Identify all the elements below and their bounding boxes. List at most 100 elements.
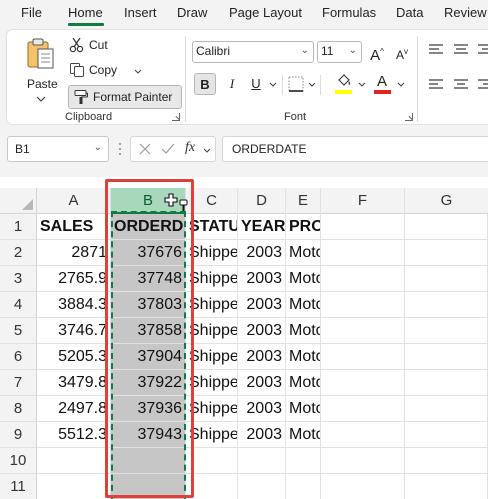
tab-formulas[interactable]: Formulas <box>322 5 376 20</box>
cell-f7[interactable] <box>321 370 405 396</box>
cell-a1[interactable]: SALES <box>37 214 111 240</box>
cell-g1[interactable] <box>405 214 488 240</box>
cell-g9[interactable] <box>405 422 488 448</box>
row-header-2[interactable]: 2 <box>0 240 37 266</box>
row-header-3[interactable]: 3 <box>0 266 37 292</box>
tab-file[interactable]: File <box>21 5 42 20</box>
cell-d7[interactable]: 2003 <box>238 370 286 396</box>
tab-home[interactable]: Home <box>68 5 103 20</box>
cell-g11[interactable] <box>405 474 488 499</box>
cell-a11[interactable] <box>37 474 111 499</box>
cell-d9[interactable]: 2003 <box>238 422 286 448</box>
format-painter-button[interactable]: Format Painter <box>68 85 182 109</box>
cell-f2[interactable] <box>321 240 405 266</box>
cell-e3[interactable]: Motorcycles <box>286 266 321 292</box>
cell-d3[interactable]: 2003 <box>238 266 286 292</box>
font-color-button[interactable]: A <box>373 73 393 97</box>
cell-d10[interactable] <box>238 448 286 474</box>
clipboard-dialog-launcher[interactable] <box>172 113 180 121</box>
row-header-10[interactable]: 10 <box>0 448 37 474</box>
align-left-icon[interactable] <box>428 79 444 91</box>
column-header-d[interactable]: D <box>238 188 286 214</box>
row-header-7[interactable]: 7 <box>0 370 37 396</box>
cell-e7[interactable]: Motorcycles <box>286 370 321 396</box>
align-center-icon[interactable] <box>453 79 469 91</box>
font-name-combo[interactable]: Calibri ⌄ <box>192 41 314 63</box>
cell-g6[interactable] <box>405 344 488 370</box>
cell-f8[interactable] <box>321 396 405 422</box>
tab-page-layout[interactable]: Page Layout <box>229 5 302 20</box>
insert-function-icon[interactable]: fx <box>185 140 195 156</box>
cell-f5[interactable] <box>321 318 405 344</box>
cell-d4[interactable]: 2003 <box>238 292 286 318</box>
bold-button[interactable]: B <box>194 73 216 95</box>
tab-review[interactable]: Review <box>444 5 487 20</box>
borders-icon[interactable] <box>288 76 304 92</box>
tab-draw[interactable]: Draw <box>177 5 207 20</box>
cell-e5[interactable]: Motorcycles <box>286 318 321 344</box>
row-header-4[interactable]: 4 <box>0 292 37 318</box>
cell-g2[interactable] <box>405 240 488 266</box>
align-right-icon[interactable] <box>477 79 488 91</box>
row-header-11[interactable]: 11 <box>0 474 37 499</box>
cell-d5[interactable]: 2003 <box>238 318 286 344</box>
cell-e1[interactable]: PRODUCTLINE <box>286 214 321 240</box>
cell-e9[interactable]: Motorcycles <box>286 422 321 448</box>
enter-check-icon[interactable] <box>161 143 175 155</box>
cell-a2[interactable]: 2871 <box>37 240 111 266</box>
font-size-combo[interactable]: 11 ⌄ <box>317 41 362 63</box>
select-all-button[interactable] <box>0 188 37 214</box>
cell-g4[interactable] <box>405 292 488 318</box>
cell-f6[interactable] <box>321 344 405 370</box>
name-box[interactable]: B1 ⌄ <box>7 136 109 162</box>
cell-f9[interactable] <box>321 422 405 448</box>
cell-a10[interactable] <box>37 448 111 474</box>
row-header-6[interactable]: 6 <box>0 344 37 370</box>
cell-e10[interactable] <box>286 448 321 474</box>
cell-f4[interactable] <box>321 292 405 318</box>
cancel-icon[interactable] <box>139 143 151 155</box>
cell-f10[interactable] <box>321 448 405 474</box>
cell-d6[interactable]: 2003 <box>238 344 286 370</box>
align-bottom-icon[interactable] <box>477 44 488 56</box>
cell-e2[interactable]: Motorcycles <box>286 240 321 266</box>
tab-insert[interactable]: Insert <box>124 5 157 20</box>
cell-g5[interactable] <box>405 318 488 344</box>
cell-d11[interactable] <box>238 474 286 499</box>
cell-a6[interactable]: 5205.3 <box>37 344 111 370</box>
cell-f11[interactable] <box>321 474 405 499</box>
formula-input[interactable]: ORDERDATE <box>222 136 488 162</box>
cell-d8[interactable]: 2003 <box>238 396 286 422</box>
cell-a9[interactable]: 5512.3 <box>37 422 111 448</box>
cell-g3[interactable] <box>405 266 488 292</box>
cell-e11[interactable] <box>286 474 321 499</box>
paste-button[interactable]: Paste <box>21 34 61 106</box>
font-dialog-launcher[interactable] <box>405 113 413 121</box>
cell-a4[interactable]: 3884.3 <box>37 292 111 318</box>
fill-color-button[interactable] <box>334 73 354 97</box>
cell-f3[interactable] <box>321 266 405 292</box>
cell-e8[interactable]: Motorcycles <box>286 396 321 422</box>
align-middle-icon[interactable] <box>453 44 469 56</box>
column-header-a[interactable]: A <box>37 188 111 214</box>
cell-g7[interactable] <box>405 370 488 396</box>
row-header-8[interactable]: 8 <box>0 396 37 422</box>
column-header-g[interactable]: G <box>405 188 488 214</box>
copy-button[interactable]: Copy <box>67 62 147 80</box>
cell-a8[interactable]: 2497.8 <box>37 396 111 422</box>
cell-a5[interactable]: 3746.7 <box>37 318 111 344</box>
cell-a7[interactable]: 3479.8 <box>37 370 111 396</box>
cell-d1[interactable]: YEAR_ <box>238 214 286 240</box>
increase-font-size-button[interactable]: A^ <box>366 41 388 64</box>
column-header-e[interactable]: E <box>286 188 321 214</box>
row-header-9[interactable]: 9 <box>0 422 37 448</box>
cell-a3[interactable]: 2765.9 <box>37 266 111 292</box>
column-header-f[interactable]: F <box>321 188 405 214</box>
cell-e4[interactable]: Motorcycles <box>286 292 321 318</box>
row-header-1[interactable]: 1 <box>0 214 37 240</box>
cut-button[interactable]: Cut <box>67 37 123 55</box>
underline-button[interactable]: U <box>245 73 267 95</box>
cell-f1[interactable] <box>321 214 405 240</box>
cell-g8[interactable] <box>405 396 488 422</box>
tab-data[interactable]: Data <box>396 5 423 20</box>
